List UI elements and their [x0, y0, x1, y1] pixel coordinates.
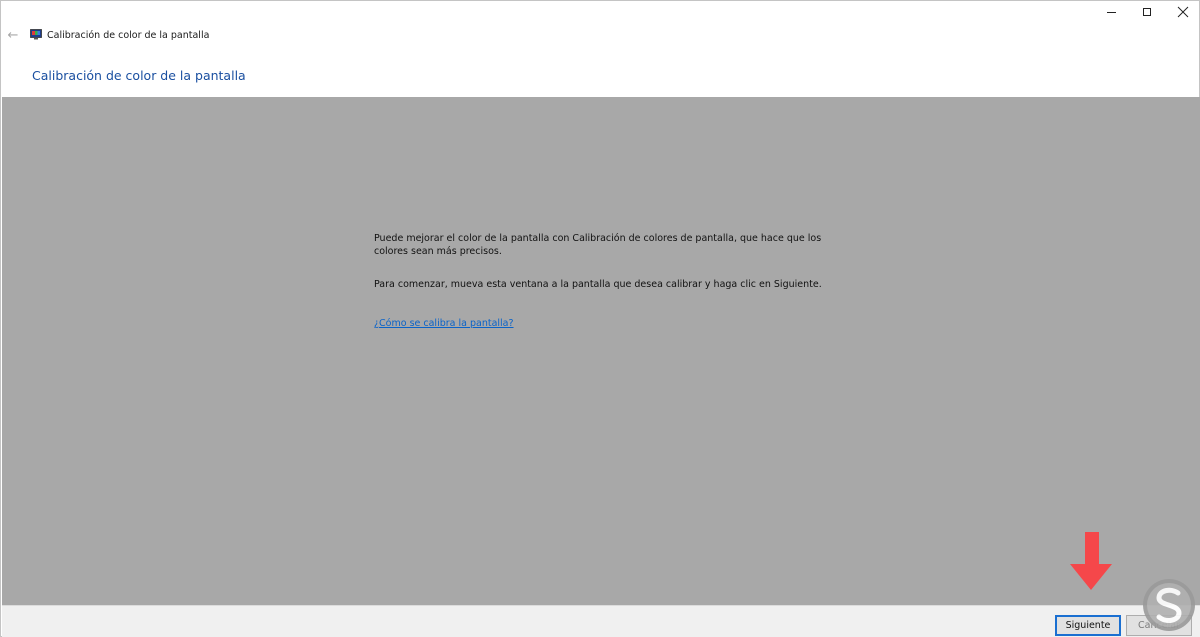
back-button[interactable]: ← [3, 27, 23, 45]
intro-paragraph: Puede mejorar el color de la pantalla co… [374, 233, 822, 257]
maximize-button[interactable] [1129, 1, 1165, 23]
minimize-button[interactable] [1093, 1, 1129, 23]
content-area [2, 97, 1200, 605]
cancel-button[interactable]: Cancelar [1126, 615, 1192, 636]
title-bar [1, 1, 1199, 31]
back-arrow-icon: ← [7, 28, 19, 43]
page-title: Calibración de color de la pantalla [32, 68, 246, 83]
display-calibration-icon [30, 29, 42, 40]
footer-bar: Siguiente Cancelar [2, 605, 1200, 637]
calibration-window: ← Calibración de color de la pantalla Ca… [0, 0, 1200, 637]
next-button[interactable]: Siguiente [1055, 615, 1121, 636]
maximize-icon [1143, 8, 1151, 16]
instruction-paragraph: Para comenzar, mueva esta ventana a la p… [374, 279, 822, 290]
help-link[interactable]: ¿Cómo se calibra la pantalla? [374, 318, 514, 329]
close-icon [1177, 6, 1189, 18]
close-button[interactable] [1165, 1, 1200, 23]
window-title: Calibración de color de la pantalla [47, 30, 210, 41]
minimize-icon [1106, 11, 1116, 13]
